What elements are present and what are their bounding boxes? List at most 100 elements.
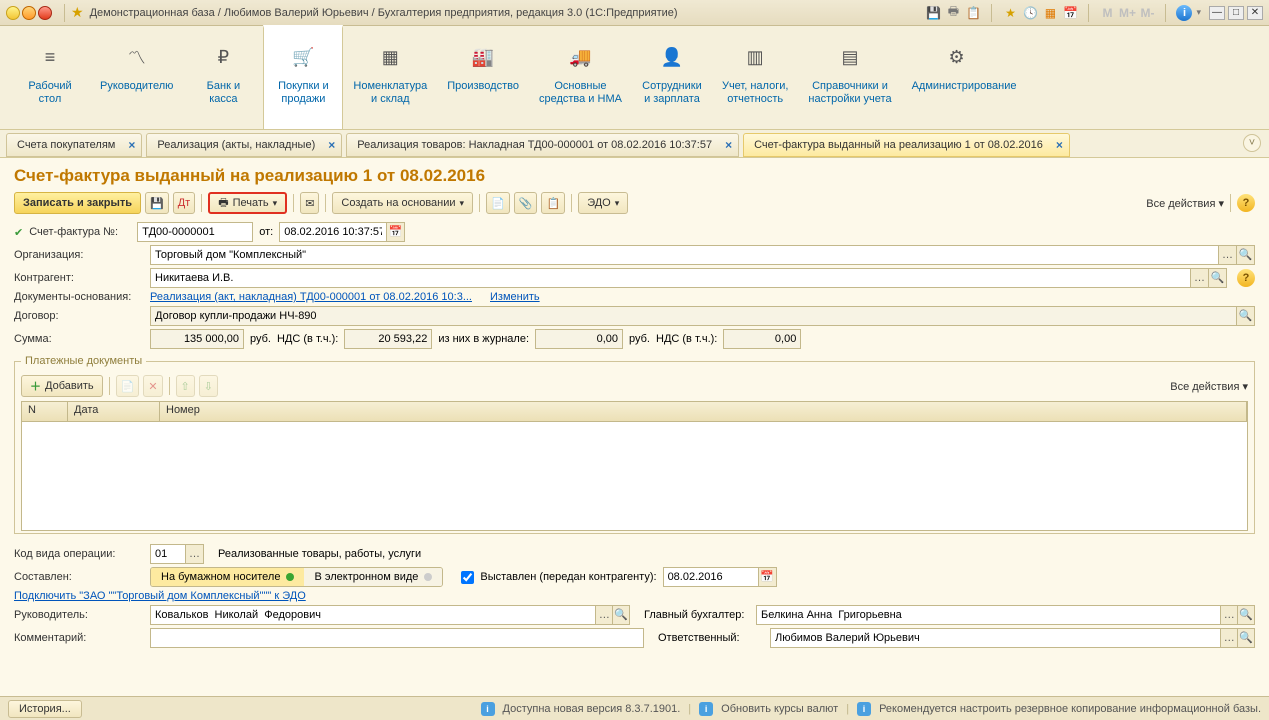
close-icon[interactable]: × bbox=[128, 138, 135, 152]
select-button[interactable]: … bbox=[1221, 628, 1238, 648]
add-row-button[interactable]: ＋Добавить bbox=[21, 375, 103, 397]
section-ref[interactable]: ▤Справочники инастройки учета bbox=[798, 26, 901, 129]
close-icon[interactable]: × bbox=[725, 138, 732, 152]
save-icon[interactable]: 💾 bbox=[925, 5, 941, 21]
col-number[interactable]: Номер bbox=[160, 402, 1247, 421]
section-bank[interactable]: ₽Банк икасса bbox=[183, 26, 263, 129]
calc-icon[interactable]: ▦ bbox=[1042, 5, 1058, 21]
window-minimize[interactable]: — bbox=[1209, 6, 1225, 20]
mem-m[interactable]: M bbox=[1099, 5, 1115, 21]
select-button[interactable]: … bbox=[1219, 245, 1237, 265]
move-up-button[interactable]: ⇧ bbox=[176, 375, 195, 397]
calendar-icon[interactable]: 📅 bbox=[1062, 5, 1078, 21]
edo-button[interactable]: ЭДО▾ bbox=[578, 192, 628, 214]
status-rates[interactable]: Обновить курсы валют bbox=[721, 703, 838, 715]
accountant-input[interactable] bbox=[756, 605, 1221, 625]
status-update[interactable]: Доступна новая версия 8.3.7.1901. bbox=[503, 703, 681, 715]
close-icon[interactable]: × bbox=[328, 138, 335, 152]
handed-date-input[interactable] bbox=[663, 567, 759, 587]
section-admin[interactable]: ⚙Администрирование bbox=[902, 26, 1012, 129]
history-icon[interactable]: 🕓 bbox=[1022, 5, 1038, 21]
copy-icon[interactable]: 📋 bbox=[965, 5, 981, 21]
contract-label: Договор: bbox=[14, 310, 144, 322]
create-based-button[interactable]: Создать на основании▾ bbox=[332, 192, 473, 214]
collapse-sections-button[interactable]: ˅ bbox=[1243, 134, 1261, 152]
sys-btn-2[interactable] bbox=[22, 6, 36, 20]
section-manager[interactable]: 〽Руководителю bbox=[90, 26, 183, 129]
media-toggle[interactable]: На бумажном носителе В электронном виде bbox=[150, 567, 443, 587]
mem-mminus[interactable]: M- bbox=[1139, 5, 1155, 21]
col-n[interactable]: N bbox=[22, 402, 68, 421]
status-backup[interactable]: Рекомендуется настроить резервное копиро… bbox=[879, 703, 1261, 715]
grid-all-actions[interactable]: Все действия ▾ bbox=[1170, 380, 1248, 393]
all-actions-button[interactable]: Все действия ▾ bbox=[1146, 197, 1224, 210]
opt-electronic[interactable]: В электронном виде bbox=[304, 568, 442, 586]
sys-btn-1[interactable] bbox=[6, 6, 20, 20]
print-button[interactable]: 🖶 Печать ▾ bbox=[208, 192, 287, 214]
tab-realization-doc[interactable]: Реализация товаров: Накладная ТД00-00000… bbox=[346, 133, 739, 157]
select-button[interactable]: … bbox=[1221, 605, 1238, 625]
section-production[interactable]: 🏭Производство bbox=[437, 26, 529, 129]
invoice-date-input[interactable] bbox=[279, 222, 387, 242]
open-button[interactable]: 🔍 bbox=[1238, 628, 1255, 648]
window-close[interactable]: ✕ bbox=[1247, 6, 1263, 20]
contragent-input[interactable] bbox=[150, 268, 1191, 288]
attach-button[interactable]: 📎 bbox=[514, 192, 538, 214]
open-button[interactable]: 🔍 bbox=[613, 605, 630, 625]
handed-checkbox[interactable] bbox=[461, 571, 474, 584]
delete-row-button[interactable]: ✕ bbox=[143, 375, 162, 397]
close-icon[interactable]: × bbox=[1056, 138, 1063, 152]
tab-invoice[interactable]: Счет-фактура выданный на реализацию 1 от… bbox=[743, 133, 1070, 157]
save-button[interactable]: 💾 bbox=[145, 192, 169, 214]
vat-input bbox=[344, 329, 432, 349]
opt-paper[interactable]: На бумажном носителе bbox=[151, 568, 304, 586]
calendar-icon[interactable]: 📅 bbox=[759, 567, 777, 587]
section-desktop[interactable]: ≡Рабочийстол bbox=[10, 26, 90, 129]
section-staff[interactable]: 👤Сотрудникии зарплата bbox=[632, 26, 712, 129]
tab-accounts[interactable]: Счета покупателям× bbox=[6, 133, 142, 157]
star-icon[interactable]: ★ bbox=[1002, 5, 1018, 21]
docbase-link[interactable]: Реализация (акт, накладная) ТД00-000001 … bbox=[150, 291, 472, 303]
select-button[interactable]: … bbox=[1191, 268, 1209, 288]
write-close-button[interactable]: Записать и закрыть bbox=[14, 192, 141, 214]
select-button[interactable]: … bbox=[596, 605, 613, 625]
open-button[interactable]: 🔍 bbox=[1209, 268, 1227, 288]
invoice-no-input[interactable] bbox=[137, 222, 253, 242]
manager-input[interactable] bbox=[150, 605, 596, 625]
move-down-button[interactable]: ⇩ bbox=[199, 375, 218, 397]
docbase-change-link[interactable]: Изменить bbox=[490, 291, 540, 303]
comment-input[interactable] bbox=[150, 628, 644, 648]
favorite-icon[interactable]: ★ bbox=[71, 4, 84, 21]
payment-grid[interactable]: N Дата Номер bbox=[21, 401, 1248, 531]
window-maximize[interactable]: □ bbox=[1228, 6, 1244, 20]
contract-input[interactable] bbox=[150, 306, 1237, 326]
mail-button[interactable]: ✉ bbox=[300, 192, 319, 214]
section-fixed[interactable]: 🚚Основныесредства и НМА bbox=[529, 26, 632, 129]
list-button[interactable]: 📋 bbox=[541, 192, 565, 214]
post-button[interactable]: Дт bbox=[173, 192, 196, 214]
connect-edo-link[interactable]: Подключить "ЗАО ""Торговый дом Комплексн… bbox=[14, 590, 306, 602]
opcode-input[interactable] bbox=[150, 544, 186, 564]
open-button[interactable]: 🔍 bbox=[1237, 306, 1255, 326]
help-icon[interactable]: ? bbox=[1237, 194, 1255, 212]
print-icon[interactable]: 🖶 bbox=[945, 5, 961, 21]
section-purchase[interactable]: 🛒Покупки ипродажи bbox=[263, 25, 343, 129]
tab-realization-list[interactable]: Реализация (акты, накладные)× bbox=[146, 133, 342, 157]
copy-row-button[interactable]: 📄 bbox=[116, 375, 140, 397]
info-icon[interactable]: i bbox=[1176, 5, 1192, 21]
mem-mplus[interactable]: M+ bbox=[1119, 5, 1135, 21]
col-date[interactable]: Дата bbox=[68, 402, 160, 421]
section-tax[interactable]: ▥Учет, налоги,отчетность bbox=[712, 26, 798, 129]
section-nomenclature[interactable]: ▦Номенклатураи склад bbox=[343, 26, 437, 129]
org-input[interactable] bbox=[150, 245, 1219, 265]
select-button[interactable]: … bbox=[186, 544, 204, 564]
open-button[interactable]: 🔍 bbox=[1237, 245, 1255, 265]
responsible-input[interactable] bbox=[770, 628, 1221, 648]
info-dropdown[interactable]: ▾ bbox=[1196, 7, 1201, 18]
open-button[interactable]: 🔍 bbox=[1238, 605, 1255, 625]
history-button[interactable]: История... bbox=[8, 700, 82, 718]
sys-btn-3[interactable] bbox=[38, 6, 52, 20]
help-icon[interactable]: ? bbox=[1237, 269, 1255, 287]
doc-icon-button[interactable]: 📄 bbox=[486, 192, 510, 214]
calendar-icon[interactable]: 📅 bbox=[387, 222, 405, 242]
